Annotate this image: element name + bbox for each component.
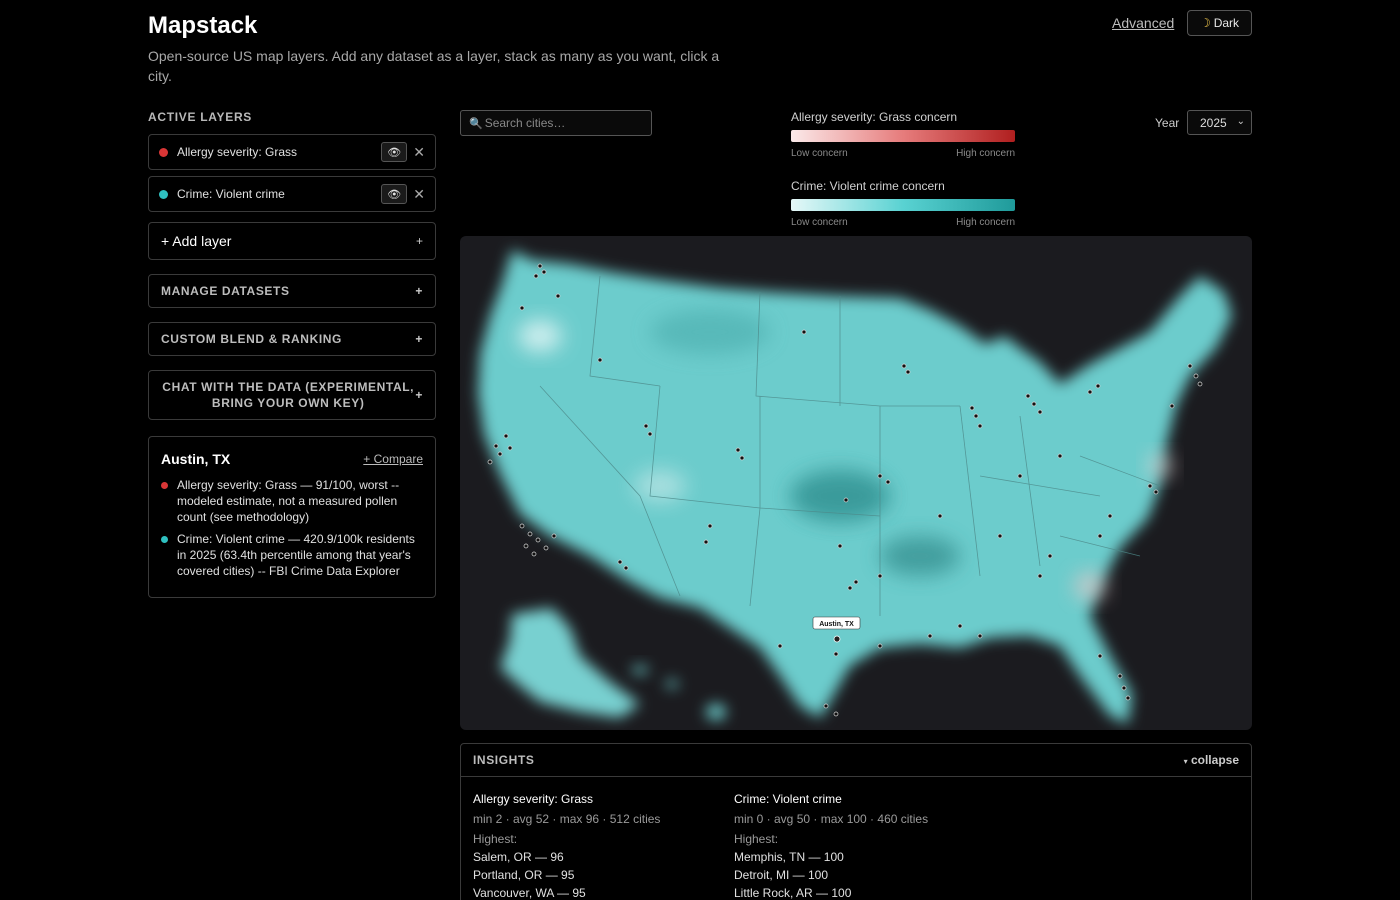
close-icon[interactable]: ✕ [413,145,425,159]
legend-high-label: High concern [956,148,1015,159]
caret-down-icon: ▾ [1183,757,1188,766]
close-icon[interactable]: ✕ [413,187,425,201]
insights-title: INSIGHTS [473,753,535,767]
land-hawaii [632,666,726,720]
insights-stats: min 0 · avg 50 · max 100 · 460 cities [734,812,929,826]
layer-name: Crime: Violent crime [177,187,285,201]
legend-high-label: High concern [956,217,1015,228]
custom-blend-label: CUSTOM BLEND & RANKING [161,332,342,346]
insights-column: Crime: Violent crime min 0 · avg 50 · ma… [734,790,995,900]
city-layer-line: Allergy severity: Grass — 91/100, worst … [161,477,423,525]
insights-stats: min 2 · avg 52 · max 96 · 512 cities [473,812,661,826]
insights-layer-name: Crime: Violent crime [734,792,842,806]
page: Mapstack Open-source US map layers. Add … [0,0,1400,900]
map-canvas[interactable]: Austin, TX [460,236,1252,730]
layer-color-dot [159,189,168,199]
legends: Allergy severity: Grass concern Low conc… [791,110,1021,228]
chevron-down-icon: ⌄ [1236,116,1245,127]
land-contiguous [478,250,1232,724]
chat-with-data-label: CHAT WITH THE DATA (EXPERIMENTAL, BRING … [162,380,415,410]
insights-highest-item: Memphis, TN — 100 [734,850,844,864]
search-icon: 🔍 [469,117,483,130]
app-subtitle: Open-source US map layers. Add any datas… [148,48,720,84]
layer-item-crime[interactable]: Crime: Violent crime 👁 ✕ [148,176,436,212]
city-layer-text: Allergy severity: Grass — 91/100, worst … [177,478,400,524]
active-layers-heading: ACTIVE LAYERS [148,110,253,124]
legend-title: Crime: Violent crime concern [791,179,945,193]
search-box[interactable]: 🔍 [460,110,652,136]
chat-with-data-button[interactable]: CHAT WITH THE DATA (EXPERIMENTAL, BRING … [148,370,436,420]
land-alaska [500,608,640,718]
plus-icon: + [415,234,423,248]
manage-datasets-button[interactable]: MANAGE DATASETS + [148,274,436,308]
us-map[interactable]: Austin, TX [460,236,1252,730]
year-select[interactable]: 2025 ⌄ [1187,110,1252,135]
plus-icon: + [415,388,423,402]
insights-highest-label: Highest: [734,832,779,846]
year-value: 2025 [1200,115,1227,130]
insights-header: INSIGHTS ▾ collapse [461,744,1251,777]
insights-column: Allergy severity: Grass min 2 · avg 52 ·… [473,790,734,900]
add-layer-button[interactable]: + Add layer + [148,222,436,260]
city-layer-line: Crime: Violent crime — 420.9/100k reside… [161,531,423,579]
legend-title: Allergy severity: Grass concern [791,110,958,124]
theme-toggle-button[interactable]: ☽ Dark [1187,10,1252,36]
add-layer-label: + Add layer [161,233,232,249]
city-name: Austin, TX [161,451,231,467]
legend-allergy: Allergy severity: Grass concern Low conc… [791,110,1021,159]
manage-datasets-label: MANAGE DATASETS [161,284,290,298]
city-layer-text: Crime: Violent crime — 420.9/100k reside… [177,532,415,578]
insights-highest-item: Detroit, MI — 100 [734,868,829,882]
layer-color-dot [161,482,168,489]
search-input[interactable] [484,116,645,130]
city-card: Austin, TX + Compare Allergy severity: G… [148,436,436,598]
layer-item-allergy[interactable]: Allergy severity: Grass 👁 ✕ [148,134,436,170]
sidebar: ACTIVE LAYERS Allergy severity: Grass 👁 … [148,110,436,598]
insights-highest-item: Portland, OR — 95 [473,868,575,882]
app-title: Mapstack [148,12,258,39]
insights-highest-label: Highest: [473,832,518,846]
layer-name: Allergy severity: Grass [177,145,298,159]
insights-panel: INSIGHTS ▾ collapse Allergy severity: Gr… [460,743,1252,900]
plus-icon: + [415,332,423,346]
layer-color-dot [161,536,168,543]
eye-icon[interactable]: 👁 [381,142,408,162]
legend-gradient-bar [791,199,1015,211]
moon-icon: ☽ [1199,16,1211,30]
insights-highest-item: Salem, OR — 96 [473,850,564,864]
layer-color-dot [159,147,168,157]
selected-city-label: Austin, TX [819,621,854,628]
legend-low-label: Low concern [791,148,848,159]
collapse-button[interactable]: ▾ collapse [1184,753,1239,767]
insights-highest-item: Vancouver, WA — 95 [473,886,586,900]
compare-link[interactable]: + Compare [363,452,423,466]
insights-highest-item: Little Rock, AR — 100 [734,886,852,900]
custom-blend-button[interactable]: CUSTOM BLEND & RANKING + [148,322,436,356]
theme-toggle-label: Dark [1213,16,1240,30]
legend-low-label: Low concern [791,217,848,228]
legend-crime: Crime: Violent crime concern Low concern… [791,179,1021,228]
collapse-label: collapse [1190,753,1239,767]
advanced-link[interactable]: Advanced [1112,15,1174,31]
eye-icon[interactable]: 👁 [381,184,408,204]
insights-layer-name: Allergy severity: Grass [473,792,594,806]
plus-icon: + [415,284,423,298]
year-label: Year [1155,116,1180,130]
legend-gradient-bar [791,130,1015,142]
